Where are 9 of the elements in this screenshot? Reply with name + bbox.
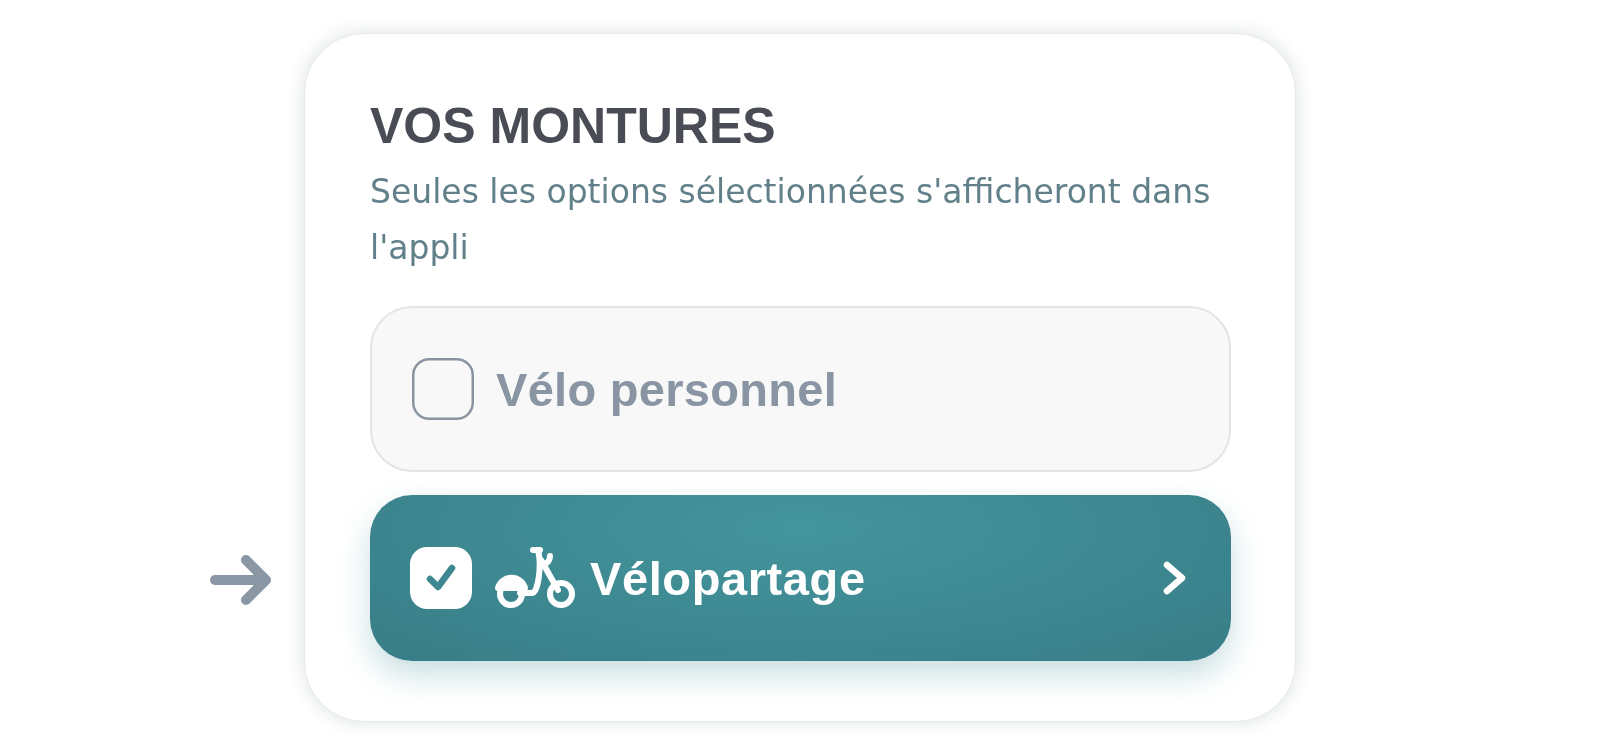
- option-label: Vélo personnel: [496, 361, 838, 417]
- checkbox[interactable]: [412, 358, 474, 420]
- card-title: VOS MONTURES: [370, 97, 776, 156]
- option-card[interactable]: Vélopartage: [370, 495, 1231, 661]
- checkbox[interactable]: [410, 547, 472, 609]
- bicycle-icon: [494, 546, 578, 610]
- option-label: Vélopartage: [590, 550, 866, 606]
- option-card[interactable]: Vélo personnel: [370, 306, 1231, 472]
- card-subtitle: Seules les options sélectionnées s'afficheront dans l'appli: [370, 171, 1212, 269]
